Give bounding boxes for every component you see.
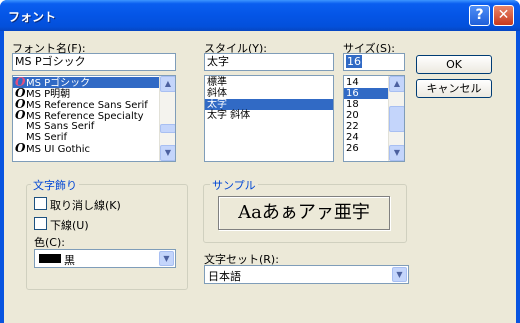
list-item[interactable]: 太字 [205,99,333,110]
list-item[interactable]: OMS Reference Specialty [13,108,175,122]
ok-button[interactable]: OK [416,55,492,74]
opentype-font-icon: O [15,141,26,155]
list-item[interactable]: OMS Pゴシック [13,76,175,89]
dialog-body: フォント名(F): MS Pゴシック OMS Pゴシック OMS P明朝 OMS R… [4,31,516,323]
underline-label[interactable]: 下線(U) [50,217,89,233]
scroll-down-icon[interactable]: ▼ [160,145,175,161]
font-name-input[interactable]: MS Pゴシック [12,53,176,71]
list-item-label: 18 [346,99,359,110]
font-dialog: フォント ? ✕ フォント名(F): MS Pゴシック OMS Pゴシック OMS… [0,0,520,323]
list-item-label: 斜体 [207,88,227,99]
size-input[interactable]: 16 [343,53,405,71]
list-item-label: 24 [346,132,359,143]
list-item[interactable]: 標準 [205,77,333,88]
list-item[interactable]: 斜体 [205,88,333,99]
scroll-thumb[interactable] [389,106,404,132]
list-item-label: 14 [346,77,359,88]
list-item-label: MS UI Gothic [26,144,91,155]
scroll-up-icon[interactable]: ▲ [160,76,175,92]
list-item-label: MS Sans Serif [26,121,95,132]
style-list[interactable]: 標準 斜体 太字 太字 斜体 [204,75,334,162]
color-select[interactable]: 黒 ▼ [34,249,176,268]
font-list-scrollbar[interactable]: ▲ ▼ [159,76,175,161]
list-item[interactable]: OMS P明朝 [13,87,175,100]
script-select-value: 日本語 [208,270,241,283]
font-name-list[interactable]: OMS Pゴシック OMS P明朝 OMS Reference Sans Serif… [12,75,176,162]
size-input-value: 16 [346,55,362,68]
close-button[interactable]: ✕ [493,5,514,26]
list-item-label: MS Serif [26,132,68,143]
sample-group-title: サンプル [210,177,258,193]
list-item-label: 太字 斜体 [207,110,251,121]
script-select[interactable]: 日本語 ▼ [204,265,409,284]
help-button[interactable]: ? [469,5,490,26]
cancel-button[interactable]: キャンセル [416,79,492,98]
list-item-label: 26 [346,143,359,154]
window-title: フォント [8,10,57,24]
list-item[interactable]: OMS UI Gothic [13,141,175,155]
strikeout-label[interactable]: 取り消し線(K) [50,197,121,213]
strikeout-checkbox[interactable] [34,197,47,210]
scroll-thumb[interactable] [160,124,175,133]
list-item[interactable]: OMS Reference Sans Serif [13,98,175,111]
sample-preview: Aaあぁアァ亜宇 [218,196,390,230]
list-item[interactable]: 太字 斜体 [205,110,333,121]
opentype-font-icon: O [15,108,26,122]
list-item-label: 太字 [207,99,227,110]
list-item-label: 16 [346,88,359,99]
size-list[interactable]: 14 16 18 20 22 24 26 ▲ ▼ [343,75,405,162]
title-bar[interactable]: フォント ? ✕ [0,0,520,31]
list-item[interactable]: MS Sans Serif [13,121,175,132]
color-select-value: 黒 [64,254,75,267]
effects-group-title: 文字飾り [31,177,79,193]
color-label: 色(C): [34,236,65,249]
style-input[interactable]: 太字 [204,53,334,71]
scroll-up-icon[interactable]: ▲ [389,76,404,92]
list-item-label: 20 [346,110,359,121]
chevron-down-icon[interactable]: ▼ [392,267,407,282]
chevron-down-icon[interactable]: ▼ [159,251,174,266]
size-list-scrollbar[interactable]: ▲ ▼ [388,76,404,161]
list-item-label: 標準 [207,77,227,88]
scroll-down-icon[interactable]: ▼ [389,145,404,161]
underline-checkbox[interactable] [34,217,47,230]
list-item-label: 22 [346,121,359,132]
list-item[interactable]: MS Serif [13,132,175,143]
color-swatch [39,254,61,263]
